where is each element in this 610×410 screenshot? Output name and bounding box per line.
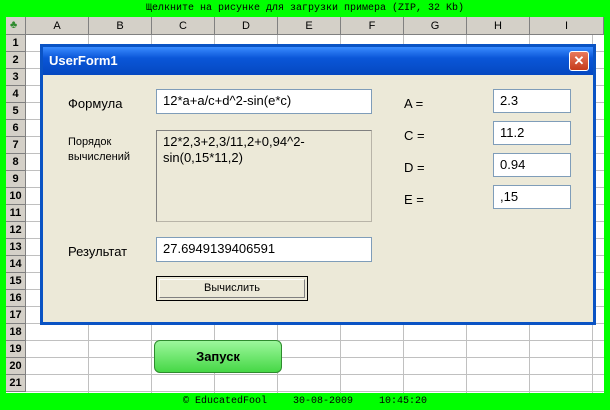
- column-header-g[interactable]: G: [404, 17, 467, 35]
- var-c-label: C =: [404, 128, 425, 143]
- row-header[interactable]: 5: [6, 103, 26, 120]
- row-header[interactable]: 1: [6, 35, 26, 52]
- row-header[interactable]: 16: [6, 290, 26, 307]
- footer-bar: © EducatedFool 30-08-2009 10:45:20: [0, 393, 610, 410]
- row-header[interactable]: 4: [6, 86, 26, 103]
- run-button[interactable]: Запуск: [154, 340, 282, 373]
- row-header[interactable]: 10: [6, 188, 26, 205]
- var-d-label: D =: [404, 160, 425, 175]
- row-header[interactable]: 11: [6, 205, 26, 222]
- column-header-a[interactable]: A: [26, 17, 89, 35]
- result-field[interactable]: 27.6949139406591: [156, 237, 372, 262]
- footer-author: © EducatedFool: [182, 396, 267, 407]
- order-label: Порядок вычислений: [68, 136, 131, 163]
- row-header[interactable]: 20: [6, 358, 26, 375]
- footer-date: 30-08-2009: [292, 396, 353, 407]
- result-label: Результат: [68, 244, 128, 259]
- order-textbox[interactable]: 12*2,3+2,3/11,2+0,94^2-sin(0,15*11,2): [156, 130, 372, 222]
- column-header-i[interactable]: I: [530, 17, 604, 35]
- column-header-d[interactable]: D: [215, 17, 278, 35]
- row-header[interactable]: 2: [6, 52, 26, 69]
- row-header[interactable]: 21: [6, 375, 26, 392]
- formula-input[interactable]: 12*a+a/c+d^2-sin(e*c): [156, 89, 372, 114]
- row-header[interactable]: 15: [6, 273, 26, 290]
- row-header[interactable]: 3: [6, 69, 26, 86]
- row-header[interactable]: 12: [6, 222, 26, 239]
- row-header[interactable]: 6: [6, 120, 26, 137]
- dialog-title: UserForm1: [49, 53, 118, 68]
- column-header-b[interactable]: B: [89, 17, 152, 35]
- row-header[interactable]: 8: [6, 154, 26, 171]
- dialog-titlebar[interactable]: UserForm1 ✕: [43, 47, 593, 75]
- select-all-corner[interactable]: ♣: [6, 17, 26, 35]
- footer-time: 10:45:20: [379, 396, 428, 407]
- column-header-f[interactable]: F: [341, 17, 404, 35]
- row-header[interactable]: 19: [6, 341, 26, 358]
- var-c-input[interactable]: 11.2: [493, 121, 571, 145]
- column-header-h[interactable]: H: [467, 17, 530, 35]
- close-icon: ✕: [573, 53, 585, 68]
- plant-icon: ♣: [10, 19, 18, 31]
- column-header-c[interactable]: C: [152, 17, 215, 35]
- row-header[interactable]: 17: [6, 307, 26, 324]
- row-header[interactable]: 9: [6, 171, 26, 188]
- download-banner[interactable]: Щелкните на рисунке для загрузки примера…: [0, 0, 610, 17]
- userform-dialog: UserForm1 ✕ Формула 12*a+a/c+d^2-sin(e*c…: [40, 44, 596, 325]
- row-header[interactable]: 18: [6, 324, 26, 341]
- column-header-e[interactable]: E: [278, 17, 341, 35]
- var-a-input[interactable]: 2.3: [493, 89, 571, 113]
- formula-label: Формула: [68, 96, 123, 111]
- row-header[interactable]: 13: [6, 239, 26, 256]
- var-e-input[interactable]: ,15: [493, 185, 571, 209]
- row-header[interactable]: 7: [6, 137, 26, 154]
- close-button[interactable]: ✕: [569, 51, 589, 71]
- row-header[interactable]: 14: [6, 256, 26, 273]
- calculate-button-label: Вычислить: [159, 279, 305, 298]
- calculate-button[interactable]: Вычислить: [156, 276, 308, 301]
- var-e-label: E =: [404, 192, 424, 207]
- var-a-label: A =: [404, 96, 424, 111]
- var-d-input[interactable]: 0.94: [493, 153, 571, 177]
